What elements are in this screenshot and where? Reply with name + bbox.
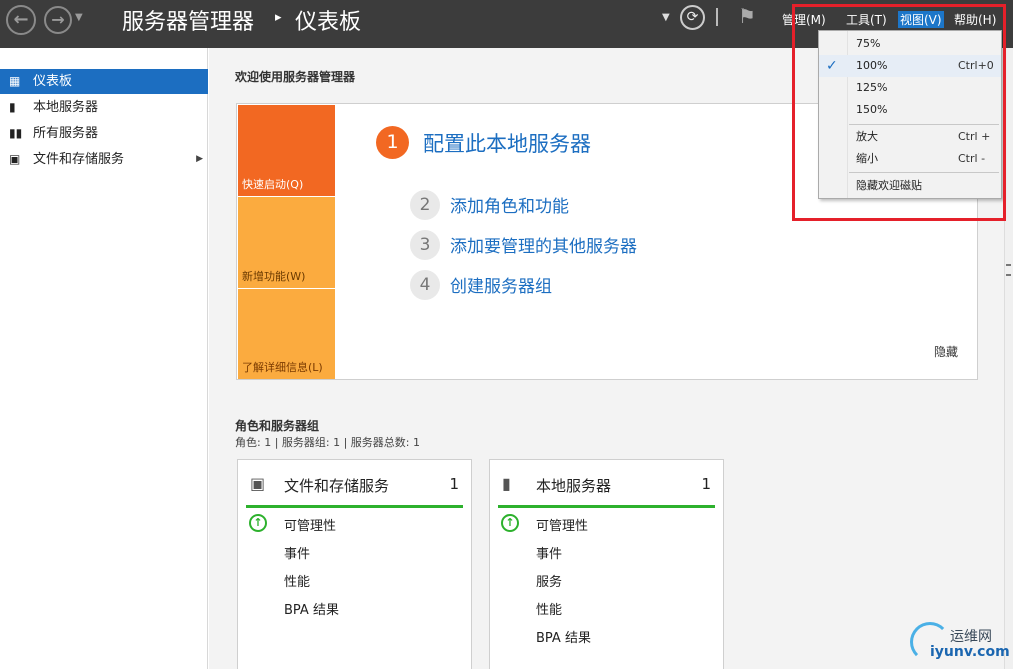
roles-summary: 角色: 1 | 服务器组: 1 | 服务器总数: 1	[235, 436, 421, 449]
chevron-down-icon: ▼	[75, 12, 83, 23]
page-title: 仪表板	[295, 10, 362, 35]
arrow-up-circle-icon: ↑	[249, 514, 267, 532]
sidebar-item-dashboard[interactable]: ▦ 仪表板	[0, 69, 208, 94]
sidebar-item-label: 所有服务器	[33, 126, 99, 141]
sidebar: ▦ 仪表板 ▮ 本地服务器 ▮▮ 所有服务器 ▣ 文件和存储服务 ▶	[0, 48, 208, 669]
card-title[interactable]: 本地服务器	[536, 475, 611, 496]
card-count: 1	[701, 475, 711, 493]
status-bar	[498, 505, 715, 508]
card-row-bpa[interactable]: BPA 结果	[284, 599, 339, 618]
step-link[interactable]: 配置此本地服务器	[423, 128, 591, 158]
watermark-logo: 运维网 iyunv.com	[907, 620, 1010, 665]
card-row-performance[interactable]: 性能	[536, 599, 562, 618]
back-button[interactable]: ←	[6, 5, 36, 35]
step-link[interactable]: 添加角色和功能	[450, 192, 569, 217]
status-bar	[246, 505, 463, 508]
servers-icon: ▮▮	[9, 126, 23, 140]
tab-label: 了解详细信息(L)	[242, 361, 323, 374]
tab-whats-new[interactable]: 新增功能(W)	[238, 197, 335, 288]
watermark-url: iyunv.com	[930, 644, 1010, 660]
card-title[interactable]: 文件和存储服务	[284, 475, 389, 496]
refresh-button[interactable]: ⟳	[680, 5, 705, 30]
card-row-events[interactable]: 事件	[284, 543, 310, 562]
tab-label: 快速启动(Q)	[242, 178, 304, 191]
dashboard-icon: ▦	[9, 74, 21, 88]
role-card-local-server[interactable]: ▮ 本地服务器 1 ↑ 可管理性 事件 服务 性能 BPA 结果	[489, 459, 724, 669]
breadcrumb-app[interactable]: 服务器管理器	[122, 4, 254, 36]
tab-learn-more[interactable]: 了解详细信息(L)	[238, 289, 335, 379]
hide-welcome-link[interactable]: 隐藏	[934, 343, 958, 360]
sidebar-item-label: 本地服务器	[33, 100, 99, 115]
highlight-annotation-box	[792, 4, 1006, 221]
card-row-manageability[interactable]: 可管理性	[284, 515, 336, 534]
sidebar-item-all-servers[interactable]: ▮▮ 所有服务器	[0, 121, 208, 146]
step-link[interactable]: 创建服务器组	[450, 272, 552, 297]
tab-quick-start[interactable]: 快速启动(Q)	[238, 105, 335, 196]
card-row-performance[interactable]: 性能	[284, 571, 310, 590]
scroll-grip[interactable]	[1006, 264, 1011, 276]
notifications-flag[interactable]: ⚑	[738, 4, 756, 28]
card-row-events[interactable]: 事件	[536, 543, 562, 562]
sidebar-item-label: 仪表板	[33, 74, 73, 89]
refresh-icon: ⟳	[686, 9, 699, 25]
folder-icon: ▣	[9, 152, 21, 166]
arrow-up-circle-icon: ↑	[501, 514, 519, 532]
sidebar-item-label: 文件和存储服务	[33, 152, 125, 167]
folder-icon: ▣	[250, 474, 266, 493]
chevron-down-icon: ▼	[662, 12, 670, 23]
server-icon: ▮	[502, 474, 511, 493]
step-link[interactable]: 添加要管理的其他服务器	[450, 232, 637, 257]
role-card-file-storage[interactable]: ▣ 文件和存储服务 1 ↑ 可管理性 事件 性能 BPA 结果	[237, 459, 472, 669]
step-number-badge: 4	[410, 270, 440, 300]
card-count: 1	[449, 475, 459, 493]
history-dropdown[interactable]: ▼	[75, 12, 83, 23]
step-number-badge: 1	[376, 126, 409, 159]
card-row-bpa[interactable]: BPA 结果	[536, 627, 591, 646]
expand-arrow-icon[interactable]: ▶	[196, 147, 203, 172]
roles-section-title: 角色和服务器组	[235, 419, 320, 433]
sidebar-item-local-server[interactable]: ▮ 本地服务器	[0, 95, 208, 120]
arrow-left-icon: ←	[13, 9, 29, 30]
forward-button[interactable]: →	[44, 6, 72, 34]
sidebar-item-file-storage[interactable]: ▣ 文件和存储服务 ▶	[0, 147, 208, 172]
card-row-services[interactable]: 服务	[536, 571, 562, 590]
arrow-right-icon: →	[51, 10, 65, 29]
card-row-manageability[interactable]: 可管理性	[536, 515, 588, 534]
tab-label: 新增功能(W)	[242, 270, 306, 283]
step-number-badge: 3	[410, 230, 440, 260]
toolbar-divider	[716, 8, 718, 26]
watermark-text: 运维网	[950, 629, 992, 645]
breadcrumb-separator: ▸	[275, 10, 282, 25]
step-number-badge: 2	[410, 190, 440, 220]
server-icon: ▮	[9, 100, 16, 114]
welcome-title: 欢迎使用服务器管理器	[235, 70, 356, 84]
breadcrumb-dropdown[interactable]: ▼	[662, 12, 670, 23]
flag-icon: ⚑	[738, 4, 756, 28]
